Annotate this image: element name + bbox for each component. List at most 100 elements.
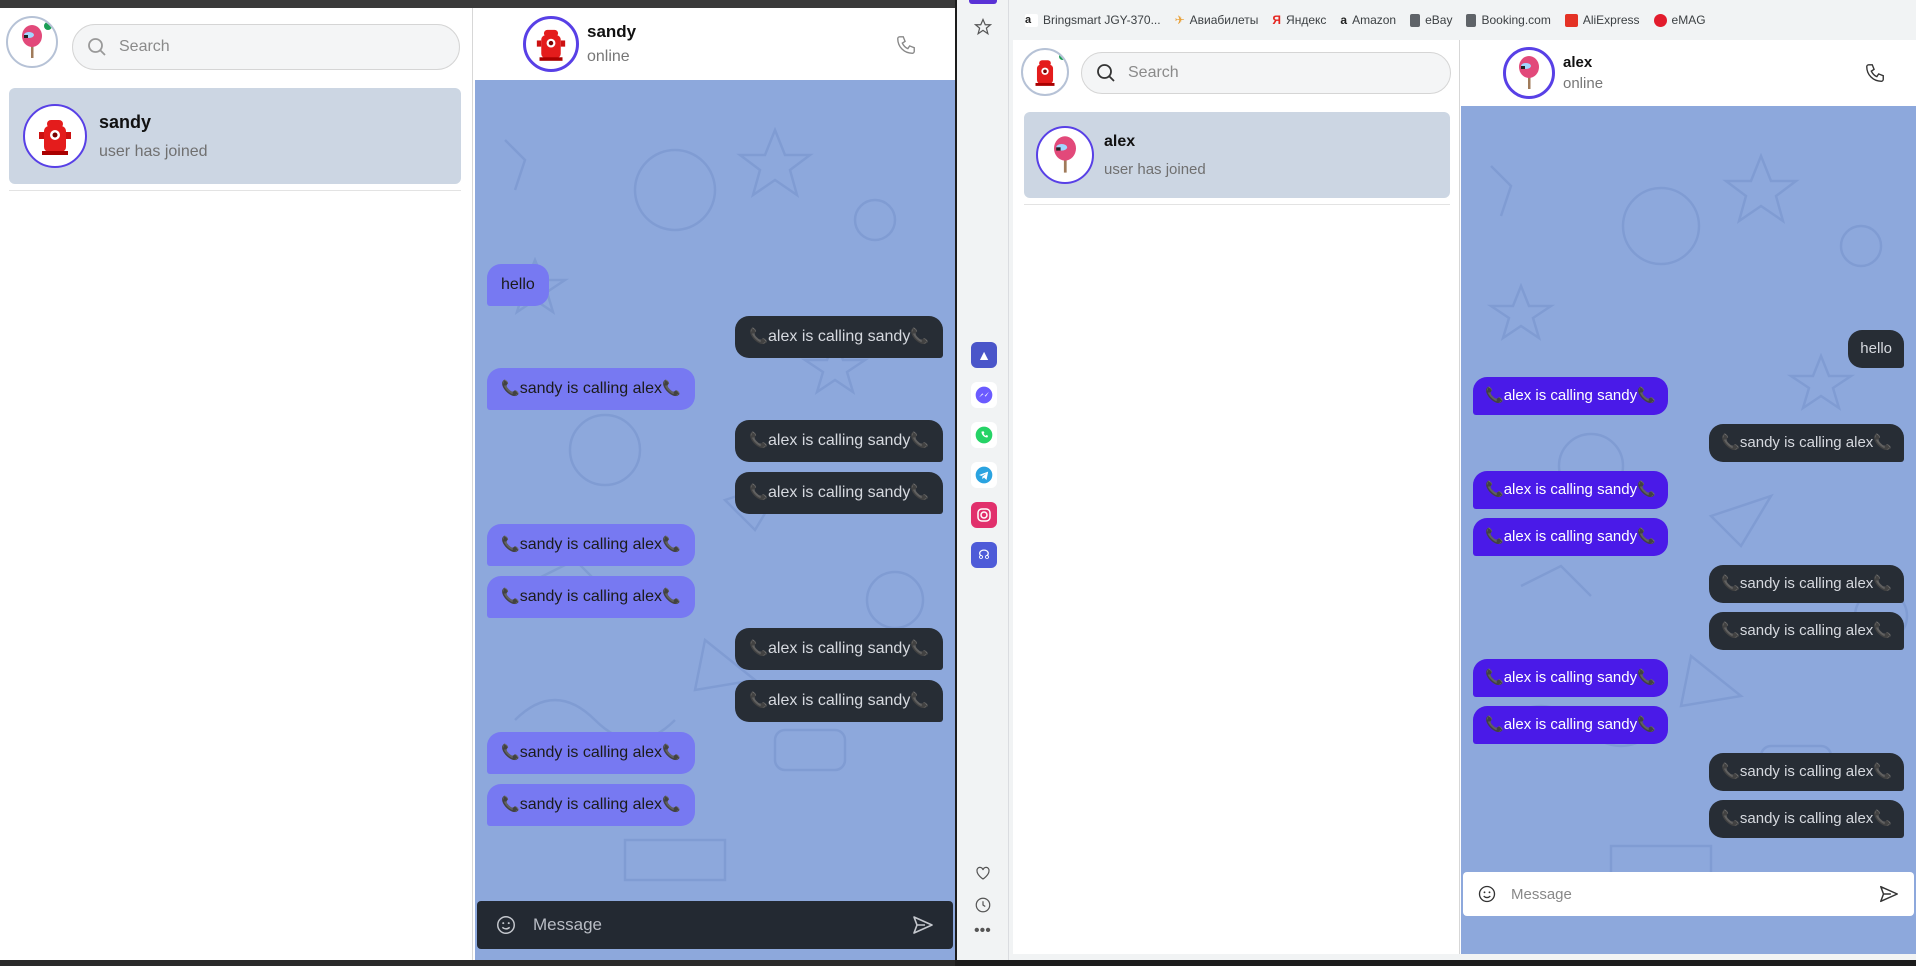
message-input[interactable] bbox=[533, 915, 895, 935]
bookmark-item[interactable]: a Bringsmart JGY-370... bbox=[1025, 13, 1161, 27]
hydrant-avatar-icon bbox=[39, 120, 71, 155]
right-sidebar: alex user has joined bbox=[1013, 40, 1460, 954]
chat-contact-name: sandy bbox=[587, 22, 637, 41]
outgoing-message[interactable]: 📞alex is calling sandy📞 bbox=[735, 420, 943, 462]
search-input[interactable] bbox=[119, 38, 359, 56]
outgoing-message[interactable]: 📞alex is calling sandy📞 bbox=[735, 316, 943, 358]
outgoing-message[interactable]: 📞sandy is calling alex📞 bbox=[1709, 800, 1904, 838]
message-text: sandy is calling alex bbox=[1739, 622, 1874, 639]
message-composer[interactable] bbox=[1463, 872, 1914, 916]
chat-header-avatar[interactable] bbox=[1503, 47, 1555, 99]
bookmark-label: Яндекс bbox=[1286, 13, 1327, 27]
incoming-message[interactable]: 📞sandy is calling alex📞 bbox=[487, 368, 695, 410]
incoming-message[interactable]: 📞alex is calling sandy📞 bbox=[1473, 377, 1668, 415]
bookmark-item[interactable]: AliExpress bbox=[1564, 13, 1640, 27]
incoming-message[interactable]: 📞sandy is calling alex📞 bbox=[487, 784, 695, 826]
outgoing-message[interactable]: 📞alex is calling sandy📞 bbox=[735, 472, 943, 514]
send-icon[interactable] bbox=[1878, 883, 1900, 905]
outgoing-message[interactable]: 📞sandy is calling alex📞 bbox=[1709, 612, 1904, 650]
phone-emoji-icon: 📞 bbox=[1873, 575, 1892, 592]
search-input[interactable] bbox=[1128, 64, 1368, 82]
search-box[interactable] bbox=[72, 24, 460, 70]
send-icon[interactable] bbox=[911, 913, 935, 937]
bookmarks-bar: a Bringsmart JGY-370... ✈ Авиабилеты Я Янде… bbox=[1009, 8, 1916, 32]
outgoing-message[interactable]: 📞alex is calling sandy📞 bbox=[735, 628, 943, 670]
star-icon[interactable] bbox=[974, 18, 992, 36]
incoming-message[interactable]: hello bbox=[487, 264, 549, 306]
incoming-message[interactable]: 📞alex is calling sandy📞 bbox=[1473, 518, 1668, 556]
headset-icon[interactable]: ☊ bbox=[971, 542, 997, 568]
amazon-icon: a bbox=[1340, 13, 1348, 27]
message-list[interactable]: hello 📞alex is calling sandy📞 📞sandy is ca… bbox=[1461, 106, 1916, 954]
incoming-message[interactable]: 📞alex is calling sandy📞 bbox=[1473, 659, 1668, 697]
message-text: alex is calling sandy bbox=[768, 432, 911, 449]
phone-emoji-icon: 📞 bbox=[910, 692, 929, 709]
message-text: sandy is calling alex bbox=[519, 536, 662, 553]
outgoing-message[interactable]: 📞sandy is calling alex📞 bbox=[1709, 753, 1904, 791]
heart-icon[interactable] bbox=[974, 864, 992, 882]
outgoing-message[interactable]: 📞sandy is calling alex📞 bbox=[1709, 424, 1904, 462]
bookmark-item[interactable]: Я Яндекс bbox=[1272, 13, 1326, 27]
aliexpress-icon bbox=[1564, 13, 1578, 27]
phone-emoji-icon: 📞 bbox=[749, 640, 769, 657]
contact-avatar bbox=[23, 104, 87, 168]
contact-item-alex[interactable]: alex user has joined bbox=[1024, 112, 1450, 198]
emag-icon bbox=[1653, 13, 1667, 27]
bookmark-item[interactable]: ✈ Авиабилеты bbox=[1175, 13, 1259, 27]
phone-emoji-icon: 📞 bbox=[749, 432, 769, 449]
active-tab-indicator bbox=[969, 0, 997, 4]
contact-item-sandy[interactable]: sandy user has joined bbox=[9, 88, 461, 184]
message-text: hello bbox=[501, 276, 535, 293]
outgoing-message[interactable]: 📞alex is calling sandy📞 bbox=[735, 680, 943, 722]
emoji-icon[interactable] bbox=[1477, 884, 1497, 904]
bookmark-item[interactable]: eBay bbox=[1410, 13, 1452, 27]
phone-emoji-icon: 📞 bbox=[501, 744, 520, 761]
messenger-icon[interactable] bbox=[971, 382, 997, 408]
message-composer[interactable] bbox=[477, 901, 953, 949]
left-sidebar: sandy user has joined bbox=[0, 8, 473, 961]
phone-emoji-icon: 📞 bbox=[1485, 716, 1504, 733]
phone-call-button[interactable] bbox=[895, 34, 917, 56]
phone-call-button[interactable] bbox=[1864, 62, 1886, 84]
phone-emoji-icon: 📞 bbox=[661, 588, 681, 605]
message-text: alex is calling sandy bbox=[768, 484, 911, 501]
message-text: sandy is calling alex bbox=[519, 588, 662, 605]
outgoing-message[interactable]: 📞sandy is calling alex📞 bbox=[1709, 565, 1904, 603]
right-chat-app: alex user has joined alex online bbox=[1013, 40, 1916, 954]
incoming-message[interactable]: 📞sandy is calling alex📞 bbox=[487, 524, 695, 566]
phone-emoji-icon: 📞 bbox=[501, 380, 520, 397]
history-icon[interactable] bbox=[974, 896, 992, 914]
my-avatar[interactable] bbox=[1021, 48, 1069, 96]
bookmark-item[interactable]: a Amazon bbox=[1340, 13, 1396, 27]
incoming-message[interactable]: 📞sandy is calling alex📞 bbox=[487, 576, 695, 618]
whatsapp-icon[interactable] bbox=[971, 422, 997, 448]
phone-emoji-icon: 📞 bbox=[1485, 528, 1504, 545]
bookmark-item[interactable]: eMAG bbox=[1653, 13, 1706, 27]
telegram-icon[interactable] bbox=[971, 462, 997, 488]
message-text: hello bbox=[1860, 340, 1892, 357]
outgoing-message[interactable]: hello bbox=[1848, 330, 1904, 368]
search-box[interactable] bbox=[1081, 52, 1451, 94]
phone-emoji-icon: 📞 bbox=[661, 380, 681, 397]
incoming-message[interactable]: 📞sandy is calling alex📞 bbox=[487, 732, 695, 774]
phone-emoji-icon: 📞 bbox=[910, 432, 929, 449]
incoming-message[interactable]: 📞alex is calling sandy📞 bbox=[1473, 471, 1668, 509]
plane-icon: ✈ bbox=[1174, 13, 1185, 27]
message-list[interactable]: hello 📞alex is calling sandy📞 📞sandy is ca… bbox=[475, 80, 955, 961]
bookmark-label: Booking.com bbox=[1481, 13, 1551, 27]
my-avatar[interactable] bbox=[6, 16, 58, 68]
bookmark-label: AliExpress bbox=[1582, 13, 1640, 27]
lollipop-avatar-icon bbox=[1519, 56, 1539, 89]
arc-app-icon[interactable]: ▲ bbox=[971, 342, 997, 368]
incoming-message[interactable]: 📞alex is calling sandy📞 bbox=[1473, 706, 1668, 744]
instagram-icon[interactable] bbox=[971, 502, 997, 528]
phone-emoji-icon: 📞 bbox=[1485, 387, 1504, 404]
contact-last-message: user has joined bbox=[99, 142, 208, 160]
chat-header-avatar[interactable] bbox=[523, 16, 579, 72]
message-input[interactable] bbox=[1511, 885, 1864, 903]
more-icon[interactable]: ••• bbox=[974, 922, 991, 940]
phone-emoji-icon: 📞 bbox=[1721, 763, 1740, 780]
bookmark-item[interactable]: Booking.com bbox=[1466, 13, 1551, 27]
browser-sidebar: ▲ ☊ ••• bbox=[957, 0, 1009, 960]
emoji-icon[interactable] bbox=[495, 914, 517, 936]
